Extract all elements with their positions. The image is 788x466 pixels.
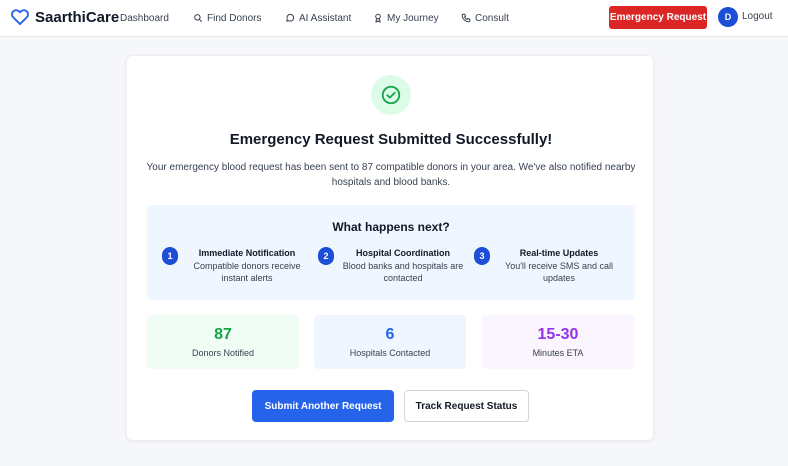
stat-minutes-eta: 15-30 Minutes ETA (482, 315, 634, 369)
track-request-status-button[interactable]: Track Request Status (404, 390, 529, 422)
next-steps-panel: What happens next? 1 Immediate Notificat… (147, 205, 635, 300)
step-number: 2 (318, 247, 334, 265)
heart-icon (10, 7, 30, 27)
step-description: Blood banks and hospitals are contacted (342, 261, 464, 283)
step-description: You'll receive SMS and call updates (505, 261, 613, 283)
stat-label: Hospitals Contacted (349, 348, 431, 358)
submit-another-request-button[interactable]: Submit Another Request (252, 390, 394, 422)
success-description: Your emergency blood request has been se… (146, 162, 636, 188)
step-title: Hospital Coordination (356, 248, 450, 258)
brand-logo[interactable]: SaarthiCare (10, 7, 119, 27)
top-nav: SaarthiCare Dashboard Find Donors AI Ass… (0, 0, 788, 37)
next-steps-title: What happens next? (332, 220, 450, 234)
stat-value: 15-30 (537, 326, 579, 343)
nav-dashboard-label: Dashboard (120, 12, 169, 24)
chat-bubble-icon (285, 13, 295, 23)
nav-dashboard[interactable]: Dashboard (120, 11, 169, 25)
avatar[interactable]: D (718, 7, 738, 27)
step-number: 3 (474, 247, 490, 265)
logout-link[interactable]: Logout (742, 11, 773, 22)
step-title: Immediate Notification (198, 248, 296, 258)
brand-name: SaarthiCare (35, 8, 120, 26)
emergency-request-button[interactable]: Emergency Request (609, 6, 707, 29)
step-number: 1 (162, 247, 178, 265)
search-icon (193, 13, 203, 23)
nav-find-donors-label: Find Donors (207, 12, 262, 24)
check-circle-icon (371, 75, 411, 115)
nav-ai-assistant-label: AI Assistant (299, 12, 352, 24)
nav-consult-label: Consult (475, 12, 509, 24)
phone-icon (461, 13, 471, 23)
step-description: Compatible donors receive instant alerts (193, 261, 301, 283)
nav-my-journey[interactable]: My Journey (373, 11, 439, 25)
stat-label: Minutes ETA (532, 348, 584, 358)
nav-my-journey-label: My Journey (387, 12, 439, 24)
nav-find-donors[interactable]: Find Donors (193, 11, 261, 25)
success-card: Emergency Request Submitted Successfully… (126, 55, 654, 441)
stat-hospitals-contacted: 6 Hospitals Contacted (314, 315, 466, 369)
nav-consult[interactable]: Consult (461, 11, 509, 25)
stat-label: Donors Notified (191, 348, 255, 358)
step-immediate-notification: 1 Immediate Notification Compatible dono… (162, 245, 317, 285)
stat-value: 87 (214, 326, 232, 343)
award-icon (373, 13, 383, 23)
nav-ai-assistant[interactable]: AI Assistant (285, 11, 351, 25)
step-title: Real-time Updates (519, 248, 599, 258)
stat-donors-notified: 87 Donors Notified (147, 315, 299, 369)
step-hospital-coordination: 2 Hospital Coordination Blood banks and … (318, 245, 473, 285)
stat-value: 6 (385, 326, 395, 343)
success-title: Emergency Request Submitted Successfully… (229, 131, 553, 148)
step-realtime-updates: 3 Real-time Updates You'll receive SMS a… (474, 245, 629, 285)
